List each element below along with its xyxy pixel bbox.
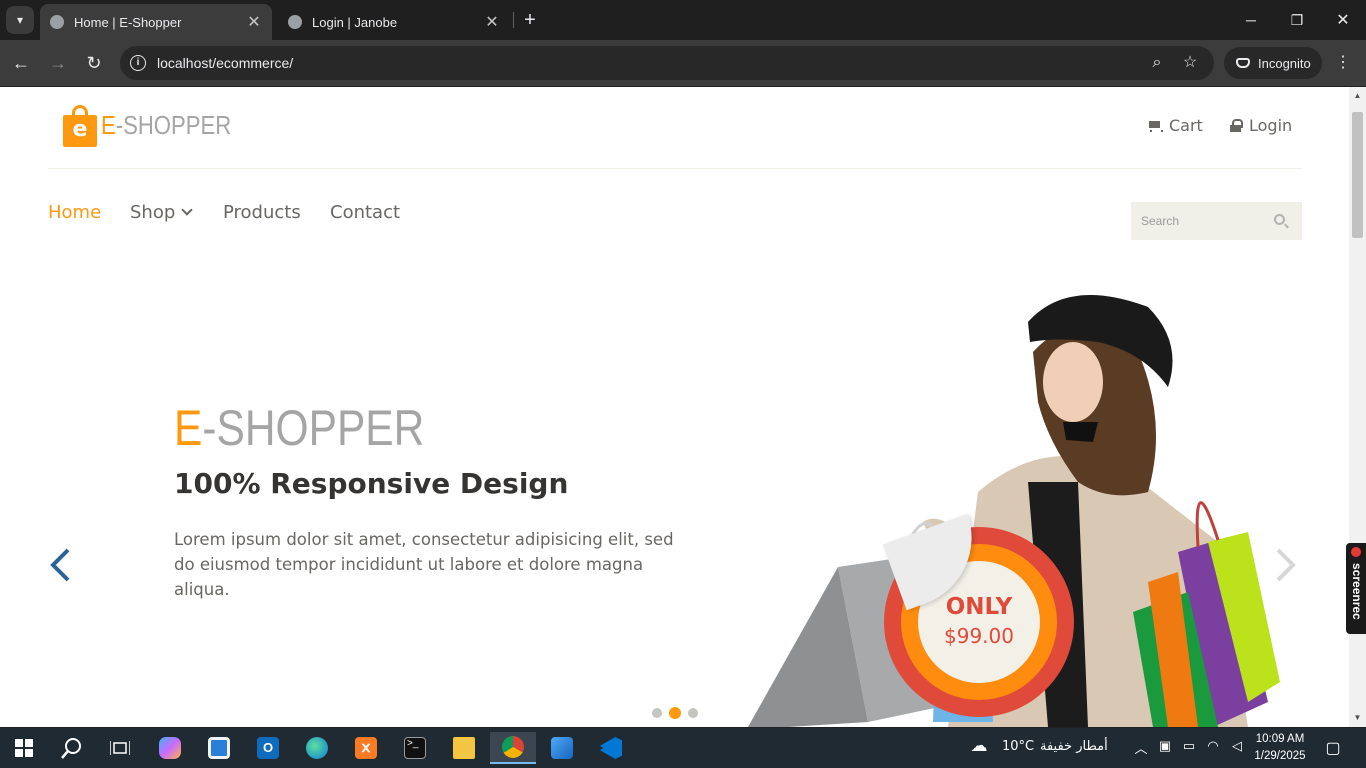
slider-indicator-1[interactable] [652, 708, 662, 718]
globe-icon [50, 15, 64, 29]
back-button[interactable]: ← [8, 50, 34, 76]
wifi-icon[interactable]: ◠ [1204, 738, 1222, 754]
clock-time: 10:09 AM [1255, 733, 1305, 745]
cart-link[interactable]: Cart [1147, 116, 1203, 135]
battery-icon[interactable]: ▭ [1180, 738, 1198, 754]
site-logo[interactable]: e E-SHOPPER [63, 103, 254, 147]
slider-indicators [652, 707, 698, 719]
tab-separator [513, 12, 514, 28]
badge-only-text: ONLY [945, 594, 1013, 620]
outlook-icon[interactable]: O [248, 732, 288, 764]
incognito-indicator[interactable]: Incognito [1224, 47, 1322, 79]
zoom-icon[interactable]: ⌕ [1146, 52, 1168, 74]
screenrec-widget[interactable]: screenrec [1346, 543, 1366, 634]
web-page: e E-SHOPPER Cart Login Home Shop Product… [0, 87, 1349, 727]
copilot-icon[interactable] [150, 732, 190, 764]
search-box [1131, 202, 1302, 240]
browser-tabstrip: ▾ Home | E-Shopper ✕ Login | Janobe ✕ + … [0, 0, 1366, 40]
microsoft-store-icon[interactable] [199, 732, 239, 764]
nav-products[interactable]: Products [223, 202, 301, 223]
shopping-bag-icon: e [63, 105, 97, 147]
windows-taskbar: O ⅹ >_ ☁ 10°C أمطار خفيفة ︿ ▣ ▭ ◠ ◁ 10:0… [0, 728, 1366, 768]
windows-start-icon[interactable] [4, 732, 44, 764]
tab-title: Login | Janobe [312, 14, 398, 30]
photos-icon[interactable] [542, 732, 582, 764]
browser-toolbar: ← → ↻ i localhost/ecommerce/ ⌕ ☆ Incogni… [0, 40, 1366, 86]
file-explorer-icon[interactable] [444, 732, 484, 764]
url-text[interactable]: localhost/ecommerce/ [157, 55, 293, 71]
login-label: Login [1249, 116, 1293, 135]
slider-brand: E-SHOPPER [174, 400, 425, 456]
shopping-cart-icon [1147, 120, 1163, 132]
record-icon [1351, 547, 1361, 557]
slider-indicator-2[interactable] [669, 707, 681, 719]
tab-login[interactable]: Login | Janobe ✕ [278, 4, 510, 40]
globe-icon [288, 15, 302, 29]
badge-price-text: $99.00 [944, 624, 1014, 648]
notification-icon[interactable]: ▢ [1324, 738, 1342, 758]
reload-button[interactable]: ↻ [81, 50, 107, 76]
nav-home[interactable]: Home [48, 202, 101, 223]
slider-prev-arrow-icon[interactable] [48, 548, 72, 582]
minimize-button[interactable]: ─ [1228, 0, 1274, 40]
chrome-icon[interactable] [490, 732, 536, 764]
screenrec-label: screenrec [1350, 563, 1364, 620]
reload-icon: ↻ [86, 52, 102, 73]
nav-shop-label: Shop [130, 202, 176, 223]
lock-icon [1230, 119, 1243, 132]
task-view-icon[interactable] [100, 732, 140, 764]
edge-icon[interactable] [297, 732, 337, 764]
cart-label: Cart [1169, 116, 1203, 135]
nav-shop[interactable]: Shop [130, 202, 193, 223]
chevron-up-icon[interactable]: ︿ [1132, 738, 1150, 757]
clock-date: 1/29/2025 [1254, 750, 1306, 762]
header-divider [48, 168, 1302, 169]
search-icon[interactable] [52, 732, 92, 764]
address-bar[interactable]: i localhost/ecommerce/ ⌕ ☆ [120, 46, 1214, 80]
search-input[interactable] [1131, 202, 1271, 240]
close-tab-icon[interactable]: ✕ [246, 12, 262, 32]
site-info-icon[interactable]: i [130, 55, 146, 71]
login-link[interactable]: Login [1230, 116, 1292, 135]
chevron-down-icon [181, 204, 193, 216]
scrollbar-thumb[interactable] [1352, 112, 1363, 238]
device-icon[interactable]: ▣ [1156, 738, 1174, 754]
close-window-button[interactable]: ✕ [1320, 0, 1366, 40]
scroll-down-icon[interactable]: ▼ [1349, 711, 1366, 725]
slider-title: 100% Responsive Design [174, 467, 569, 500]
weather-icon[interactable]: ☁ [970, 736, 988, 756]
incognito-icon [1236, 58, 1250, 68]
chevron-down-icon: ▾ [16, 13, 24, 27]
tab-home[interactable]: Home | E-Shopper ✕ [40, 4, 272, 40]
arrow-right-icon: → [49, 52, 67, 73]
terminal-icon[interactable]: >_ [395, 732, 435, 764]
new-tab-button[interactable]: + [518, 8, 542, 32]
slider-indicator-3[interactable] [688, 708, 698, 718]
xampp-icon[interactable]: ⅹ [346, 732, 386, 764]
vscode-icon[interactable] [591, 732, 631, 764]
tab-title: Home | E-Shopper [74, 14, 182, 30]
close-tab-icon[interactable]: ✕ [484, 12, 500, 32]
tab-search-button[interactable]: ▾ [6, 6, 34, 34]
kebab-menu-icon[interactable]: ⋮ [1332, 52, 1354, 74]
arrow-left-icon: ← [12, 52, 30, 73]
search-icon[interactable] [1274, 214, 1285, 225]
volume-icon[interactable]: ◁ [1228, 738, 1246, 754]
incognito-label: Incognito [1258, 55, 1311, 71]
weather-temp[interactable]: 10°C [1002, 739, 1034, 754]
star-icon[interactable]: ☆ [1179, 52, 1201, 74]
restore-button[interactable]: ❐ [1274, 0, 1320, 40]
nav-contact[interactable]: Contact [330, 202, 400, 223]
forward-button[interactable]: → [45, 50, 71, 76]
system-clock[interactable]: 10:09 AM 1/29/2025 [1252, 731, 1308, 765]
weather-text[interactable]: أمطار خفيفة [1040, 739, 1108, 754]
slider-text: Lorem ipsum dolor sit amet, consectetur … [174, 530, 674, 599]
scroll-up-icon[interactable]: ▲ [1349, 89, 1366, 103]
logo-text: E-SHOPPER [101, 109, 232, 140]
price-badge: ONLY $99.00 [882, 513, 1074, 717]
